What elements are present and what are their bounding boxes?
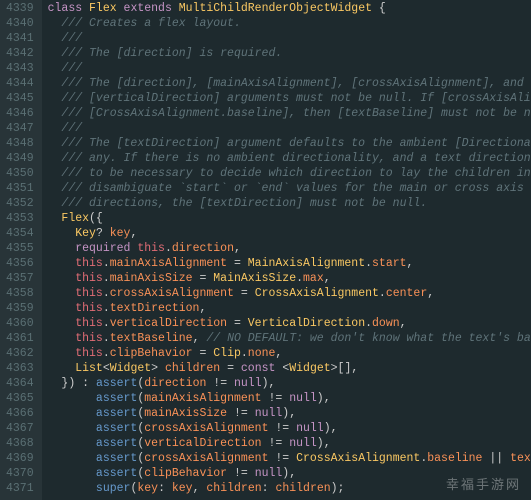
code-line[interactable]: /// [verticalDirection] arguments must n…: [48, 91, 531, 106]
code-line[interactable]: /// disambiguate `start` or `end` values…: [48, 181, 531, 196]
code-line[interactable]: /// to be necessary to decide which dire…: [48, 166, 531, 181]
line-number: 4350: [6, 166, 34, 181]
line-number: 4366: [6, 406, 34, 421]
code-line[interactable]: required this.direction,: [48, 241, 531, 256]
code-line[interactable]: ///: [48, 121, 531, 136]
line-number: 4359: [6, 301, 34, 316]
code-line[interactable]: this.crossAxisAlignment = CrossAxisAlign…: [48, 286, 531, 301]
code-line[interactable]: /// [CrossAxisAlignment.baseline], then …: [48, 106, 531, 121]
code-line[interactable]: /// The [textDirection] argument default…: [48, 136, 531, 151]
line-number: 4356: [6, 256, 34, 271]
code-line[interactable]: /// The [direction] is required.: [48, 46, 531, 61]
code-area[interactable]: class Flex extends MultiChildRenderObjec…: [42, 0, 531, 500]
code-line[interactable]: this.verticalDirection = VerticalDirecti…: [48, 316, 531, 331]
line-number: 4362: [6, 346, 34, 361]
line-number: 4352: [6, 196, 34, 211]
code-line[interactable]: assert(crossAxisAlignment != null),: [48, 421, 531, 436]
code-line[interactable]: assert(verticalDirection != null),: [48, 436, 531, 451]
code-line[interactable]: }) : assert(direction != null),: [48, 376, 531, 391]
line-number: 4345: [6, 91, 34, 106]
code-line[interactable]: this.mainAxisAlignment = MainAxisAlignme…: [48, 256, 531, 271]
line-number: 4354: [6, 226, 34, 241]
code-line[interactable]: /// The [direction], [mainAxisAlignment]…: [48, 76, 531, 91]
line-number: 4348: [6, 136, 34, 151]
line-number: 4353: [6, 211, 34, 226]
line-number: 4358: [6, 286, 34, 301]
line-number: 4365: [6, 391, 34, 406]
line-number: 4339: [6, 1, 34, 16]
code-editor[interactable]: 4339434043414342434343444345434643474348…: [0, 0, 531, 500]
code-line[interactable]: this.mainAxisSize = MainAxisSize.max,: [48, 271, 531, 286]
code-line[interactable]: ///: [48, 31, 531, 46]
code-line[interactable]: assert(crossAxisAlignment != CrossAxisAl…: [48, 451, 531, 466]
line-number: 4341: [6, 31, 34, 46]
line-number: 4367: [6, 421, 34, 436]
line-number: 4360: [6, 316, 34, 331]
line-number: 4371: [6, 481, 34, 496]
line-number: 4343: [6, 61, 34, 76]
line-number: 4357: [6, 271, 34, 286]
code-line[interactable]: /// directions, the [textDirection] must…: [48, 196, 531, 211]
code-line[interactable]: class Flex extends MultiChildRenderObjec…: [48, 1, 531, 16]
line-number: 4364: [6, 376, 34, 391]
code-line[interactable]: this.clipBehavior = Clip.none,: [48, 346, 531, 361]
line-number: 4363: [6, 361, 34, 376]
line-number: 4351: [6, 181, 34, 196]
code-line[interactable]: ///: [48, 61, 531, 76]
line-number: 4349: [6, 151, 34, 166]
line-number: 4355: [6, 241, 34, 256]
code-line[interactable]: Flex({: [48, 211, 531, 226]
line-number: 4344: [6, 76, 34, 91]
line-number-gutter: 4339434043414342434343444345434643474348…: [0, 0, 42, 500]
code-line[interactable]: this.textDirection,: [48, 301, 531, 316]
code-line[interactable]: List<Widget> children = const <Widget>[]…: [48, 361, 531, 376]
line-number: 4361: [6, 331, 34, 346]
code-line[interactable]: assert(clipBehavior != null),: [48, 466, 531, 481]
code-line[interactable]: super(key: key, children: children);: [48, 481, 531, 496]
code-line[interactable]: assert(mainAxisAlignment != null),: [48, 391, 531, 406]
line-number: 4369: [6, 451, 34, 466]
code-line[interactable]: Key? key,: [48, 226, 531, 241]
code-line[interactable]: /// Creates a flex layout.: [48, 16, 531, 31]
line-number: 4368: [6, 436, 34, 451]
line-number: 4342: [6, 46, 34, 61]
code-line[interactable]: assert(mainAxisSize != null),: [48, 406, 531, 421]
line-number: 4370: [6, 466, 34, 481]
line-number: 4340: [6, 16, 34, 31]
line-number: 4347: [6, 121, 34, 136]
code-line[interactable]: this.textBaseline, // NO DEFAULT: we don…: [48, 331, 531, 346]
line-number: 4346: [6, 106, 34, 121]
code-line[interactable]: /// any. If there is no ambient directio…: [48, 151, 531, 166]
